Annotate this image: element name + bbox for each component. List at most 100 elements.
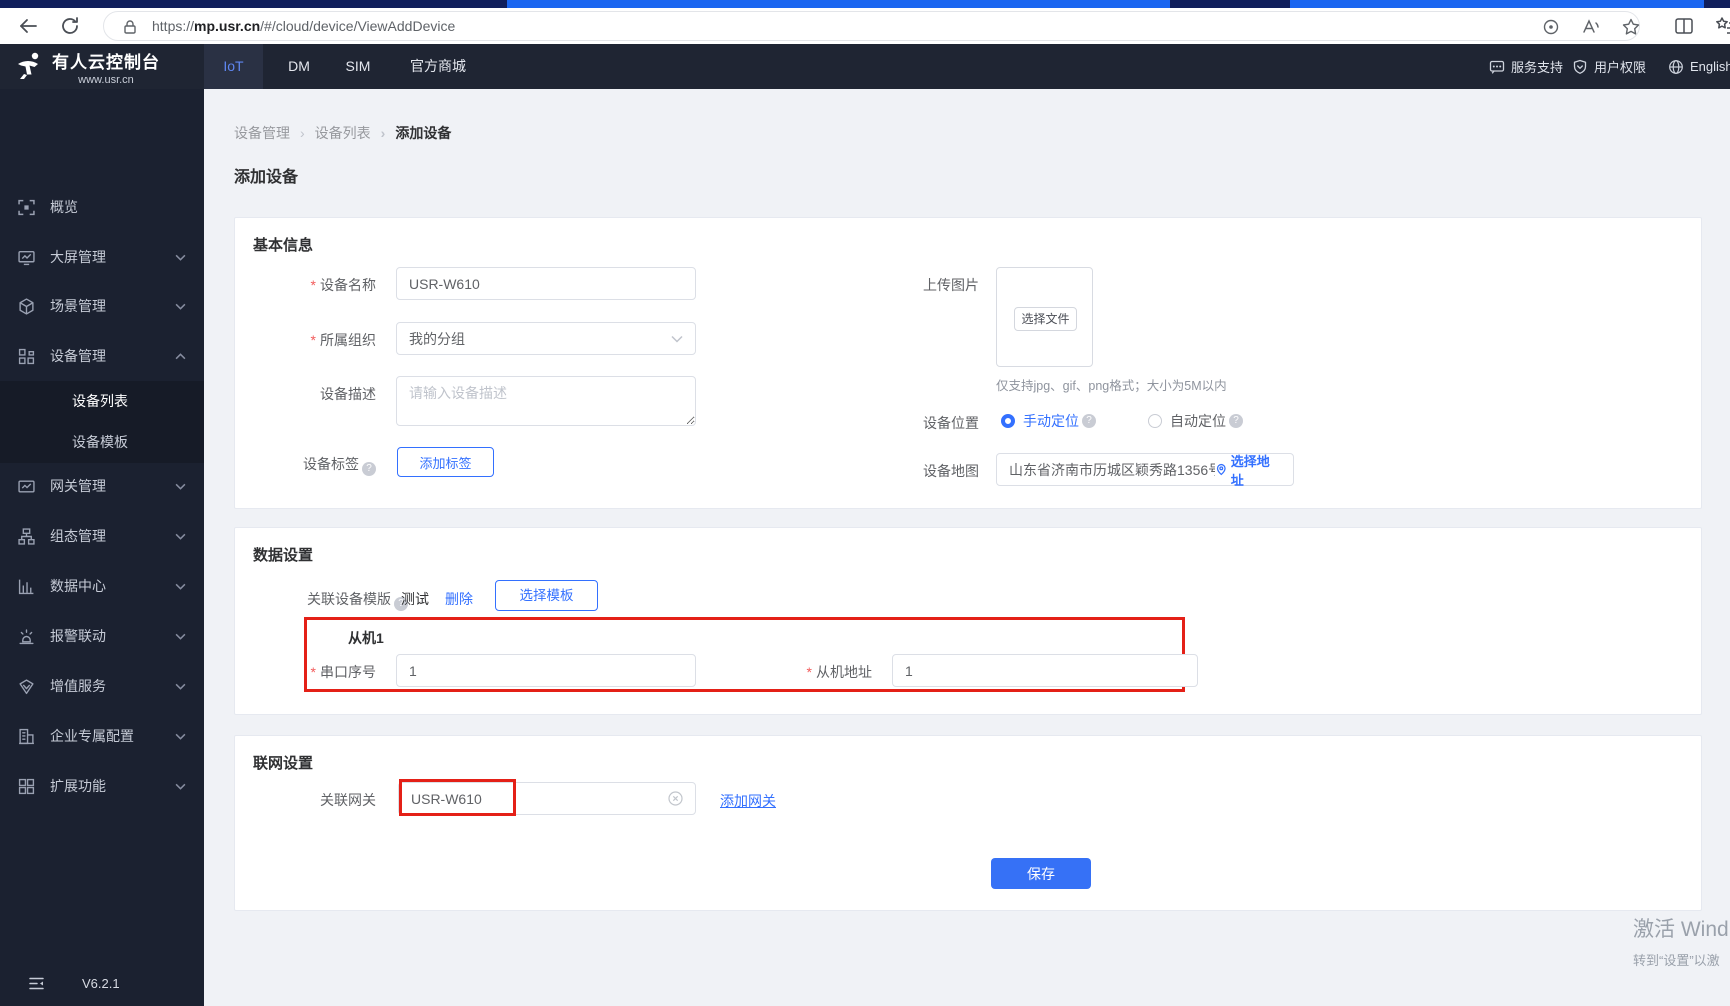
template-label: 关联设备模版: [307, 589, 408, 611]
support-menu[interactable]: 服务支持: [1489, 44, 1563, 89]
sidebar-label: 大屏管理: [50, 249, 106, 265]
sidebar-label: 扩展功能: [50, 778, 106, 794]
nav-tab-sim[interactable]: SIM: [336, 44, 380, 89]
sidebar-item-bigscreen[interactable]: 大屏管理: [0, 232, 204, 282]
manual-location-radio[interactable]: [1001, 414, 1015, 428]
browser-refresh-icon[interactable]: [58, 14, 82, 38]
chevron-down-icon: [175, 254, 186, 261]
geolocation-icon[interactable]: [1541, 17, 1561, 37]
manual-location-help-icon[interactable]: [1082, 414, 1096, 428]
choose-file-button[interactable]: 选择文件: [1014, 307, 1077, 331]
sidebar-label: 场景管理: [50, 298, 106, 314]
chevron-down-icon: [175, 733, 186, 740]
gateway-input[interactable]: USR-W610: [398, 782, 696, 815]
add-tag-button[interactable]: 添加标签: [397, 447, 494, 477]
shield-icon: [1573, 59, 1587, 74]
sidebar-item-datacenter[interactable]: 数据中心: [0, 561, 204, 611]
sidebar-subitem-device-list[interactable]: 设备列表: [0, 381, 204, 422]
logo-title: 有人云控制台: [52, 53, 160, 72]
organization-value: 我的分组: [409, 330, 465, 347]
device-address-input[interactable]: 山东省济南市历城区颖秀路1356号 选择地址: [996, 451, 1294, 489]
address-bar[interactable]: https://mp.usr.cn/#/cloud/device/ViewAdd…: [103, 11, 1640, 41]
chevron-down-icon: [175, 683, 186, 690]
sidebar-item-gateway[interactable]: 网关管理: [0, 461, 204, 511]
url-path: /#/cloud/device/ViewAddDevice: [260, 18, 456, 34]
gateway-label: 关联网关: [320, 792, 376, 808]
sidebar-item-overview[interactable]: 概览: [0, 182, 204, 232]
url-text[interactable]: https://mp.usr.cn/#/cloud/device/ViewAdd…: [152, 18, 455, 34]
browser-back-icon[interactable]: [16, 14, 40, 38]
save-button[interactable]: 保存: [991, 858, 1091, 889]
sidebar-subitem-device-template[interactable]: 设备模板: [0, 422, 204, 463]
logo-text-block[interactable]: 有人云控制台 www.usr.cn: [52, 48, 160, 86]
breadcrumb-device-list[interactable]: 设备列表: [290, 123, 371, 143]
clear-input-icon[interactable]: [668, 791, 683, 806]
organization-label: 所属组织: [253, 330, 376, 350]
lock-icon[interactable]: [121, 18, 139, 36]
tag-help-icon[interactable]: [362, 462, 376, 476]
sidebar-label: 数据中心: [50, 578, 106, 594]
choose-address-link[interactable]: 选择地址: [1215, 451, 1281, 489]
watermark-line1: 激活 Wind: [1633, 918, 1729, 941]
manual-location-label[interactable]: 手动定位: [1023, 411, 1079, 431]
chevron-down-icon: [175, 483, 186, 490]
description-textarea[interactable]: [396, 376, 696, 426]
sidebar-item-alarm[interactable]: 报警联动: [0, 611, 204, 661]
favorites-bar-icon[interactable]: [1714, 15, 1730, 37]
chevron-down-icon: [175, 303, 186, 310]
sidebar-item-scene[interactable]: 场景管理: [0, 281, 204, 331]
four-squares-icon: [18, 778, 35, 794]
chevron-up-icon: [175, 352, 186, 359]
collapse-sidebar-icon[interactable]: [28, 975, 45, 992]
sidebar-item-enterprise[interactable]: 企业专属配置: [0, 711, 204, 761]
url-scheme: https://: [152, 18, 195, 34]
read-aloud-icon[interactable]: [1581, 17, 1601, 37]
nav-tab-iot[interactable]: IoT: [204, 44, 263, 89]
auto-location-label[interactable]: 自动定位: [1170, 411, 1226, 431]
serial-port-input[interactable]: [396, 654, 696, 687]
device-grid-icon: [18, 348, 35, 364]
device-name-label: 设备名称: [253, 275, 376, 295]
sidebar-item-extension[interactable]: 扩展功能: [0, 761, 204, 811]
sidebar-item-device[interactable]: 设备管理: [0, 331, 204, 381]
scene-cube-icon: [19, 297, 34, 315]
bookmark-star-icon[interactable]: [1621, 17, 1641, 37]
chevron-down-icon: [175, 583, 186, 590]
usr-logo-icon[interactable]: [14, 50, 46, 82]
bar-chart-icon: [18, 579, 34, 594]
language-menu[interactable]: English: [1668, 44, 1730, 89]
add-gateway-link[interactable]: 添加网关: [720, 791, 776, 811]
sidebar: 概览 大屏管理 场景管理 设备管理 设备列表 设备模板 网关管理 组态管理 数据…: [0, 89, 204, 1006]
auto-location-help-icon[interactable]: [1229, 414, 1243, 428]
watermark-line2: 转到“设置”以激: [1633, 953, 1720, 968]
upload-dropzone[interactable]: 选择文件: [996, 267, 1093, 367]
sidebar-label: 概览: [50, 199, 78, 215]
slave-address-input[interactable]: [892, 654, 1198, 687]
chevron-down-icon: [175, 783, 186, 790]
network-settings-title: 联网设置: [253, 755, 314, 772]
globe-icon: [1669, 59, 1683, 74]
gateway-value: USR-W610: [411, 790, 482, 807]
nav-tab-shop[interactable]: 官方商城: [398, 44, 478, 89]
auto-location-radio[interactable]: [1148, 414, 1162, 428]
sidebar-item-scada[interactable]: 组态管理: [0, 511, 204, 561]
organization-select[interactable]: 我的分组: [396, 322, 696, 355]
split-screen-icon[interactable]: [1673, 15, 1695, 37]
sidebar-label: 增值服务: [50, 678, 106, 694]
chat-icon: [1489, 60, 1505, 74]
sidebar-footer: V6.2.1: [0, 970, 204, 998]
upload-image-label: 上传图片: [923, 277, 979, 293]
choose-template-button[interactable]: 选择模板: [495, 580, 598, 611]
slave-address-label: 从机地址: [762, 662, 872, 682]
data-settings-card: 数据设置 关联设备模版 测试 删除 选择模板 从机1 串口序号 从机地址: [234, 527, 1702, 715]
sidebar-item-vas[interactable]: 增值服务: [0, 661, 204, 711]
permissions-menu[interactable]: 用户权限: [1572, 44, 1646, 89]
nav-tab-dm[interactable]: DM: [279, 44, 319, 89]
delete-template-link[interactable]: 删除: [445, 589, 473, 609]
device-name-input[interactable]: [396, 267, 696, 300]
big-screen-icon: [18, 250, 35, 265]
sidebar-label: 设备管理: [50, 348, 106, 364]
slave-title: 从机1: [348, 630, 384, 646]
sitemap-icon: [18, 527, 35, 545]
breadcrumb-device-management[interactable]: 设备管理: [234, 123, 290, 143]
